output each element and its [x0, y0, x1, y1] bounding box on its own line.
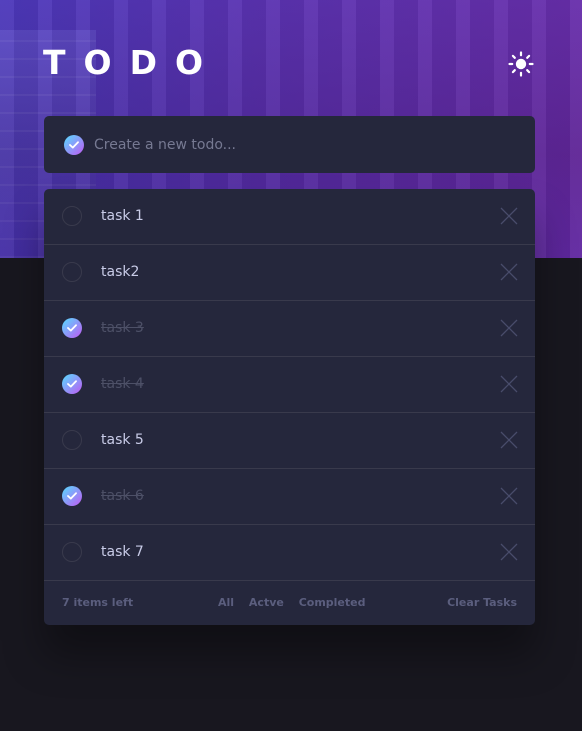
todo-check-toggle[interactable] [62, 430, 82, 450]
todo-check-toggle[interactable] [62, 206, 82, 226]
close-icon [500, 263, 518, 281]
new-todo-bar [44, 116, 535, 173]
delete-todo-button[interactable] [498, 317, 520, 339]
todo-label: task 5 [101, 432, 144, 448]
close-icon [500, 543, 518, 561]
delete-todo-button[interactable] [498, 205, 520, 227]
todo-check-toggle[interactable] [62, 318, 82, 338]
close-icon [500, 431, 518, 449]
todo-check-toggle[interactable] [62, 262, 82, 282]
checkmark-icon [67, 492, 77, 500]
checkmark-icon [67, 324, 77, 332]
new-todo-check-toggle[interactable] [64, 135, 84, 155]
sun-icon [508, 51, 534, 77]
todo-item: task 5 [44, 413, 535, 469]
close-icon [500, 319, 518, 337]
delete-todo-button[interactable] [498, 261, 520, 283]
todo-label: task 6 [101, 488, 144, 504]
theme-toggle-button[interactable] [508, 51, 534, 77]
checkmark-icon [67, 380, 77, 388]
todo-item: task 7 [44, 525, 535, 581]
app-title: TODO [43, 43, 222, 82]
filter-completed[interactable]: Completed [299, 596, 366, 609]
delete-todo-button[interactable] [498, 541, 520, 563]
todo-list: task 1 task2 task 3 task 4 task 5 task 6 task … [44, 189, 535, 581]
filter-all[interactable]: All [218, 596, 234, 609]
todo-label: task 4 [101, 376, 144, 392]
todo-check-toggle[interactable] [62, 374, 82, 394]
items-left-count: 7 items left [62, 596, 134, 609]
todo-item: task 6 [44, 469, 535, 525]
delete-todo-button[interactable] [498, 485, 520, 507]
filter-active[interactable]: Actve [249, 596, 284, 609]
new-todo-input[interactable] [94, 116, 514, 173]
todo-label: task 1 [101, 208, 144, 224]
todo-item: task2 [44, 245, 535, 301]
delete-todo-button[interactable] [498, 429, 520, 451]
checkmark-icon [69, 141, 79, 149]
list-footer: 7 items left All Actve Completed Clear T… [44, 581, 535, 625]
todo-label: task 3 [101, 320, 144, 336]
todo-label: task 7 [101, 544, 144, 560]
close-icon [500, 375, 518, 393]
clear-tasks-button[interactable]: Clear Tasks [447, 596, 517, 609]
filter-group: All Actve Completed [218, 596, 376, 609]
close-icon [500, 207, 518, 225]
todo-check-toggle[interactable] [62, 486, 82, 506]
todo-item: task 3 [44, 301, 535, 357]
todo-check-toggle[interactable] [62, 542, 82, 562]
close-icon [500, 487, 518, 505]
delete-todo-button[interactable] [498, 373, 520, 395]
todo-item: task 1 [44, 189, 535, 245]
todo-item: task 4 [44, 357, 535, 413]
todo-list-card: task 1 task2 task 3 task 4 task 5 task 6 task … [44, 189, 535, 625]
todo-label: task2 [101, 264, 140, 280]
